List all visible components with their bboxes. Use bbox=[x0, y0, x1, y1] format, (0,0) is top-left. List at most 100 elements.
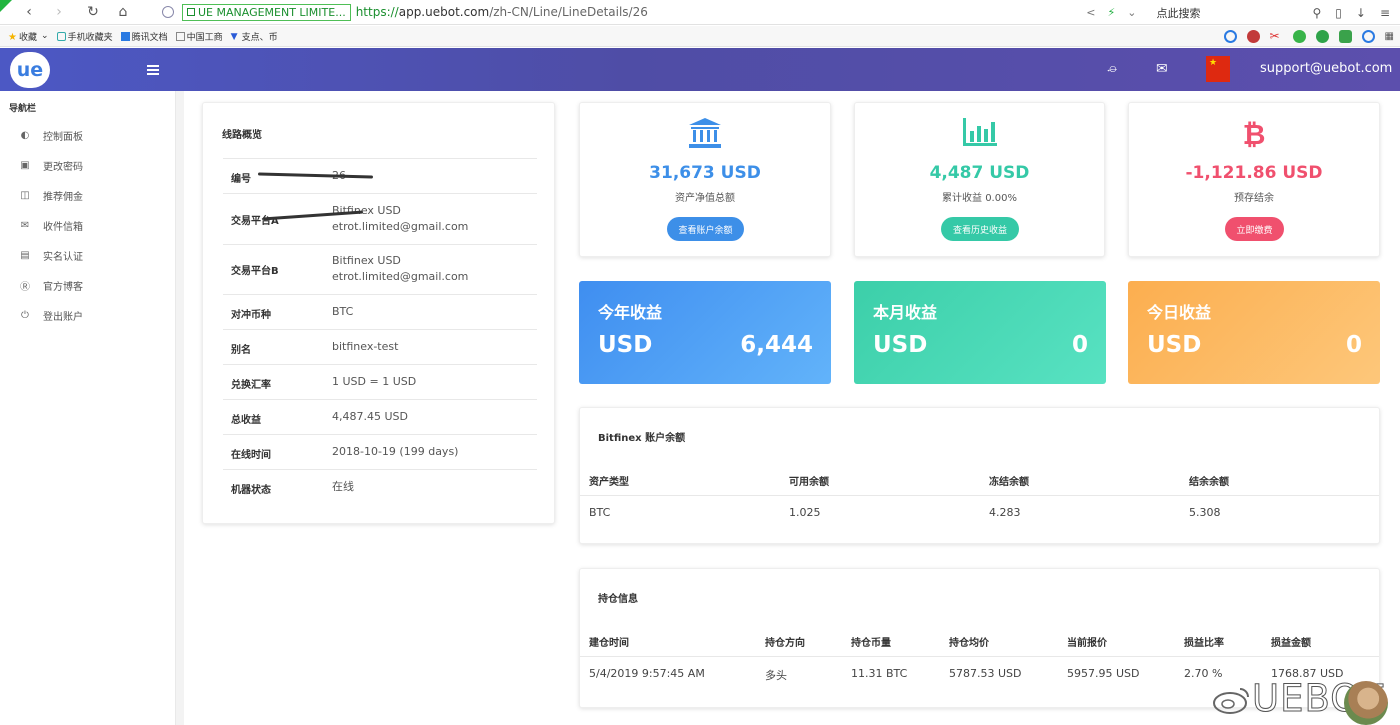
star-icon: ★ bbox=[8, 31, 17, 43]
day-earnings-value: 0 bbox=[1345, 332, 1362, 358]
gift-icon: ◫ bbox=[20, 189, 30, 201]
bookmark-icbc[interactable]: 中国工商 bbox=[175, 30, 223, 43]
extension-green-icon[interactable] bbox=[1292, 29, 1306, 43]
table-divider bbox=[580, 495, 1379, 496]
detail-value: bitfinex-test bbox=[332, 340, 399, 353]
id-card-icon: ▤ bbox=[20, 249, 30, 261]
detail-label: 别名 bbox=[231, 345, 251, 356]
view-balance-button[interactable]: 查看账户余额 bbox=[667, 217, 744, 241]
table-divider bbox=[580, 656, 1379, 657]
sidebar-item-inbox[interactable]: ✉ 收件信箱 bbox=[18, 215, 83, 235]
back-icon[interactable]: ‹ bbox=[18, 1, 40, 23]
extension-grid-icon[interactable]: ▦ bbox=[1385, 31, 1394, 42]
table-cell: 5957.95 USD bbox=[1067, 667, 1140, 680]
support-email[interactable]: support@uebot.com bbox=[1260, 61, 1392, 76]
prepaid-balance-value: -1,121.86 USD bbox=[1185, 163, 1323, 183]
table-header: 损益比率 bbox=[1184, 638, 1224, 649]
table-header: 冻结余额 bbox=[989, 477, 1029, 488]
sidebar: 导航栏 ◐ 控制面板 ▣ 更改密码 ◫ 推荐佣金 ✉ 收件信箱 ▤ 实名认证 Ⓡ 官方博客 … bbox=[0, 91, 176, 725]
svg-text:₿: ₿ bbox=[1243, 118, 1266, 149]
extension-chat-icon[interactable] bbox=[1223, 29, 1237, 43]
address-bar[interactable]: UE MANAGEMENT LIMITE... https://app.uebo… bbox=[162, 1, 648, 23]
day-earnings-title: 今日收益 bbox=[1147, 303, 1212, 322]
sidebar-item-referral[interactable]: ◫ 推荐佣金 bbox=[18, 185, 83, 205]
globe-icon bbox=[162, 6, 174, 18]
pay-now-button[interactable]: 立即缴费 bbox=[1225, 217, 1284, 241]
day-earnings-currency: USD bbox=[1147, 332, 1202, 358]
table-cell: 5787.53 USD bbox=[949, 667, 1022, 680]
envelope-icon[interactable]: ✉ bbox=[1156, 61, 1168, 77]
app-header: ue ⌮ ✉ support@uebot.com bbox=[0, 48, 1400, 91]
detail-value: 1 USD = 1 USD bbox=[332, 375, 417, 388]
sidebar-item-blog[interactable]: Ⓡ 官方博客 bbox=[18, 275, 83, 295]
detail-label: 兑换汇率 bbox=[231, 380, 271, 391]
chevron-down-icon: ⌄ bbox=[41, 31, 49, 41]
url-scheme: https:// bbox=[355, 5, 399, 19]
table-cell: 多头 bbox=[765, 669, 787, 682]
bookmarks-bar: ★ 收藏 ⌄ 手机收藏夹 腾讯文档 中国工商 ▼ 支点、币 ✂ ▦ bbox=[0, 26, 1400, 47]
china-flag-icon[interactable] bbox=[1206, 56, 1230, 82]
detail-value: 4,487.45 USD bbox=[332, 410, 408, 423]
table-header: 持仓均价 bbox=[949, 638, 989, 649]
prepaid-balance-label: 预存结余 bbox=[1234, 193, 1274, 204]
sidebar-item-change-password[interactable]: ▣ 更改密码 bbox=[18, 155, 83, 175]
detail-label: 总收益 bbox=[231, 415, 261, 426]
url-host: app.uebot.com bbox=[398, 5, 490, 19]
year-earnings-currency: USD bbox=[598, 332, 653, 358]
download-icon[interactable]: ↓ bbox=[1356, 6, 1366, 20]
cumulative-profit-card: 4,487 USD 累计收益 0.00% 查看历史收益 bbox=[854, 102, 1105, 257]
detail-row-alias: 别名 bitfinex-test bbox=[223, 329, 537, 364]
detail-value: Bitfinex USD bbox=[332, 254, 401, 267]
line-overview-title: 线路概览 bbox=[222, 130, 262, 141]
forward-icon[interactable]: › bbox=[48, 1, 70, 23]
year-earnings-value: 6,444 bbox=[740, 332, 813, 358]
sidebar-item-dashboard[interactable]: ◐ 控制面板 bbox=[18, 125, 83, 145]
sidebar-item-verification[interactable]: ▤ 实名认证 bbox=[18, 245, 83, 265]
extension-search-icon[interactable] bbox=[1361, 29, 1375, 43]
site-identity-badge[interactable]: UE MANAGEMENT LIMITE... bbox=[182, 3, 351, 21]
table-cell: 1.025 bbox=[789, 506, 821, 519]
menu-icon[interactable]: ≡ bbox=[1380, 6, 1390, 20]
logo[interactable]: ue bbox=[10, 52, 50, 88]
line-overview-card: 线路概览 编号 26 交易平台A Bitfinex USD etrot.limi… bbox=[202, 102, 555, 524]
extension-adblock-icon[interactable] bbox=[1246, 29, 1260, 43]
month-earnings-value: 0 bbox=[1071, 332, 1088, 358]
account-balance-title: Bitfinex 账户余额 bbox=[598, 433, 686, 444]
detail-row-machine-status: 机器状态 在线 bbox=[223, 469, 537, 504]
avatar bbox=[1344, 681, 1388, 725]
sidebar-divider bbox=[176, 91, 184, 725]
month-earnings-currency: USD bbox=[873, 332, 928, 358]
bar-chart-icon bbox=[855, 117, 1104, 147]
extension-shield-icon[interactable] bbox=[1315, 29, 1329, 43]
detail-value: 2018-10-19 (199 days) bbox=[332, 445, 459, 458]
extension-cut-icon[interactable]: ✂ bbox=[1270, 29, 1283, 43]
day-earnings-card: 今日收益 USD 0 bbox=[1128, 281, 1380, 384]
chevron-down-icon[interactable]: ⌄ bbox=[1127, 6, 1136, 19]
hamburger-menu-icon[interactable] bbox=[147, 65, 159, 75]
bookmark-zhidian[interactable]: ▼ 支点、币 bbox=[231, 30, 278, 43]
browser-toolbar: ‹ › ↻ ⌂ UE MANAGEMENT LIMITE... https://… bbox=[0, 0, 1400, 25]
lock-icon bbox=[187, 8, 195, 16]
share-icon[interactable]: < bbox=[1086, 6, 1095, 19]
extension-game-icon[interactable] bbox=[1338, 29, 1352, 43]
reload-icon[interactable]: ↻ bbox=[82, 1, 104, 23]
account-balance-card: Bitfinex 账户余额 资产类型 可用余额 冻结余额 结余余额 BTC 1.… bbox=[579, 407, 1380, 544]
url-text[interactable]: https://app.uebot.com/zh-CN/Line/LineDet… bbox=[356, 5, 648, 19]
bookmark-mobile[interactable]: 手机收藏夹 bbox=[56, 30, 113, 43]
magnifier-icon[interactable]: ⚲ bbox=[1312, 6, 1321, 20]
bell-icon[interactable]: ⌮ bbox=[1107, 61, 1117, 77]
view-history-button[interactable]: 查看历史收益 bbox=[941, 217, 1019, 241]
page-icon bbox=[175, 31, 185, 41]
bookmark-favorites[interactable]: ★ 收藏 ⌄ bbox=[8, 30, 49, 43]
lightning-icon[interactable]: ⚡ bbox=[1108, 6, 1116, 19]
table-cell: 5.308 bbox=[1189, 506, 1221, 519]
triangle-icon: ▼ bbox=[230, 31, 238, 42]
year-earnings-card: 今年收益 USD 6,444 bbox=[579, 281, 831, 384]
bitcoin-icon: ₿ bbox=[1129, 117, 1379, 149]
browser-search-input[interactable]: 点此搜索 bbox=[1156, 5, 1306, 21]
cumulative-profit-value: 4,487 USD bbox=[929, 163, 1030, 183]
sidebar-item-logout[interactable]: ⏻ 登出账户 bbox=[18, 305, 83, 325]
home-icon[interactable]: ⌂ bbox=[112, 1, 134, 23]
bookmark-tencent-docs[interactable]: 腾讯文档 bbox=[120, 30, 168, 43]
phone-icon[interactable]: ▯ bbox=[1335, 6, 1342, 20]
